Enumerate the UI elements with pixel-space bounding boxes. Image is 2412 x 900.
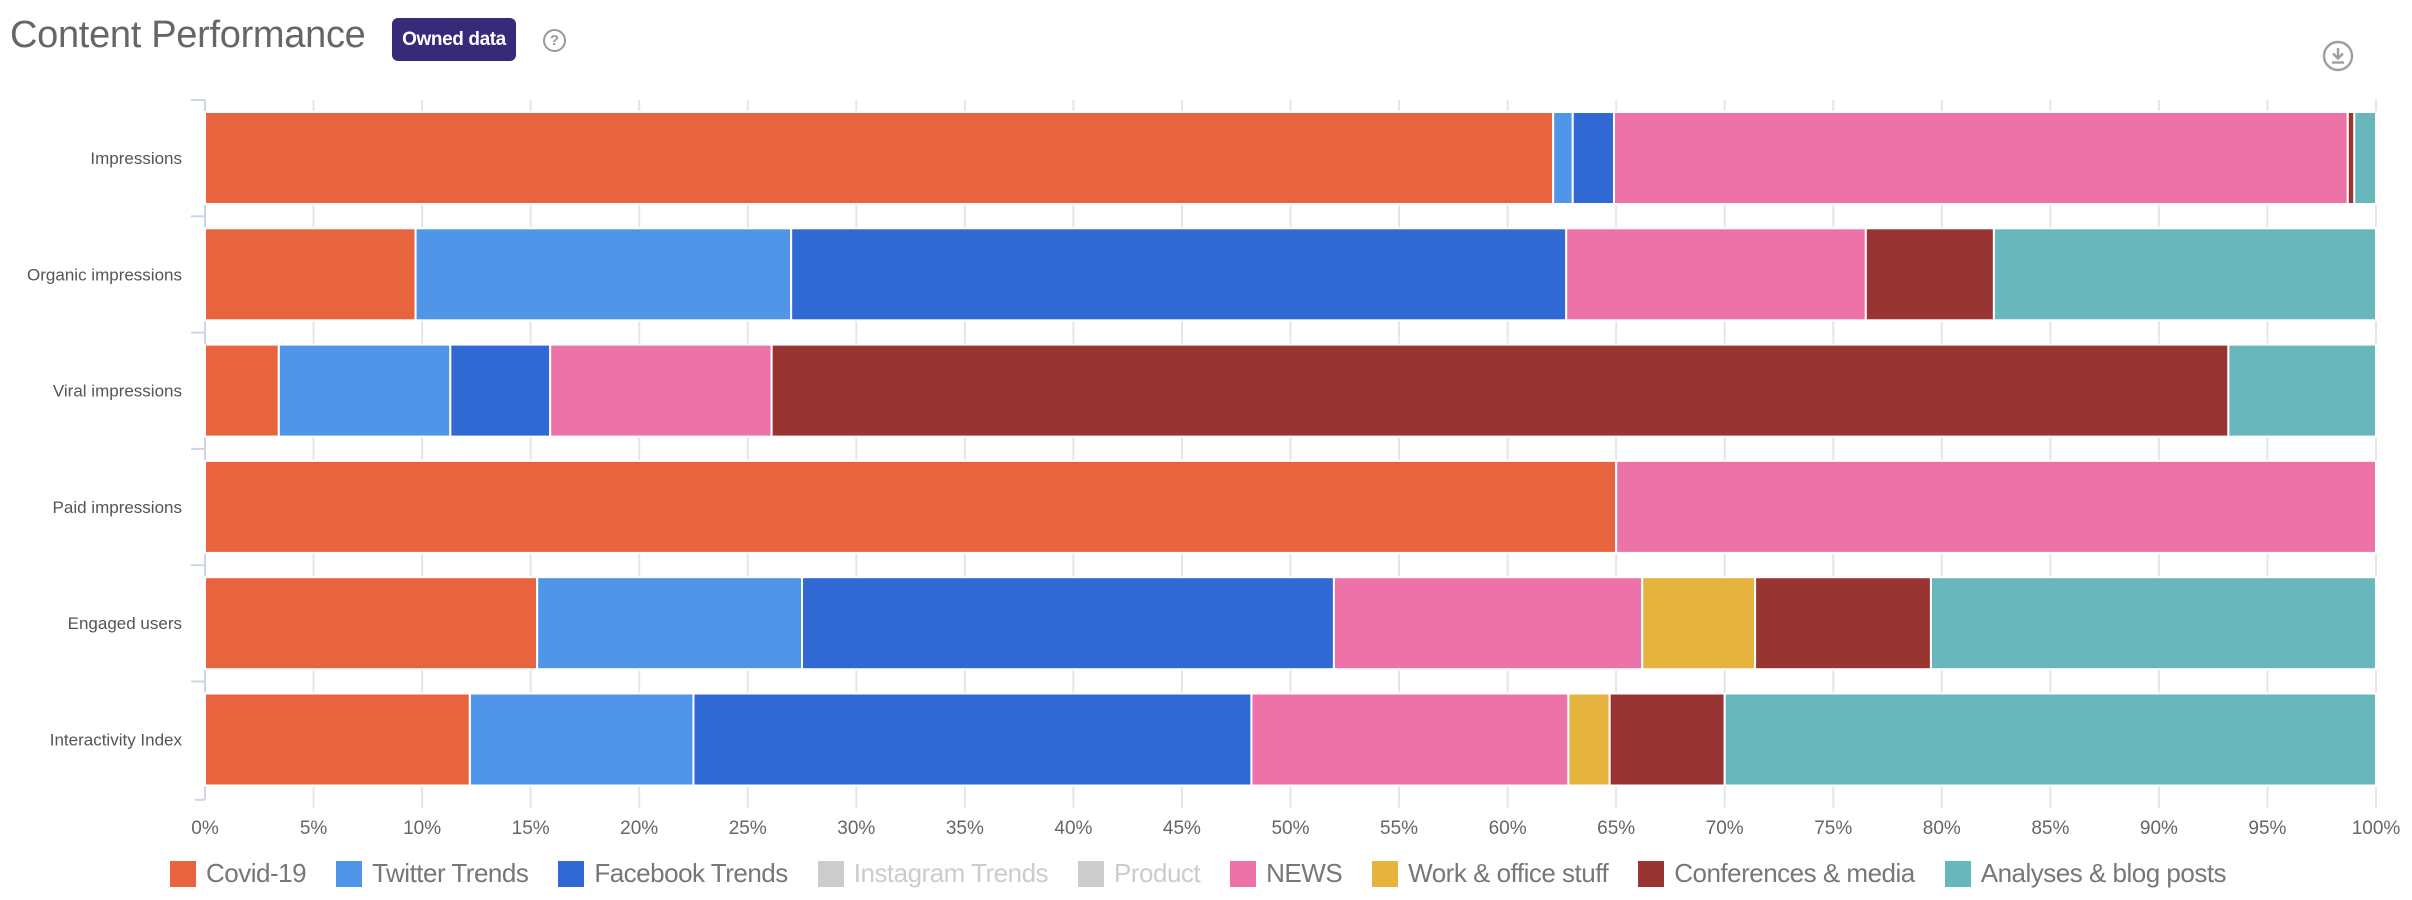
bar-segment-conferences-media <box>770 343 2230 438</box>
bar-segment-analyses-blog-posts <box>1723 692 2377 787</box>
bar-segment-twitter-trends <box>414 227 793 322</box>
bar-segment-analyses-blog-posts <box>2227 343 2378 438</box>
legend-label: Conferences & media <box>1674 858 1915 888</box>
bar-segment-analyses-blog-posts <box>1929 576 2377 671</box>
bar-segment-covid-19 <box>204 111 1555 205</box>
bar-segment-news <box>1615 459 2377 554</box>
bar-segment-facebook-trends <box>801 576 1335 671</box>
bar-segment-conferences-media <box>1754 576 1932 671</box>
x-tick-label: 45% <box>1163 818 1201 839</box>
legend-item-news[interactable]: NEWS <box>1230 858 1343 889</box>
legend-swatch <box>817 860 844 887</box>
legend-swatch <box>1230 860 1257 887</box>
bar-segment-news <box>1332 576 1644 671</box>
legend-item-conferences-media[interactable]: Conferences & media <box>1638 858 1915 889</box>
legend-item-covid-19[interactable]: Covid-19 <box>170 858 307 889</box>
y-category-label: Paid impressions <box>53 498 182 517</box>
legend-swatch <box>1638 860 1665 887</box>
legend-label: NEWS <box>1266 858 1343 888</box>
legend-swatch <box>1372 860 1399 887</box>
bar-segment-facebook-trends <box>1571 111 1615 205</box>
x-tick-label: 55% <box>1380 818 1418 839</box>
legend-swatch <box>558 860 585 887</box>
chart-legend: Covid-19 Twitter Trends Facebook Trends Ins… <box>170 858 2256 889</box>
bar-segment-news <box>1565 227 1867 322</box>
bar-segment-conferences-media <box>1608 692 1726 787</box>
y-category-label: Engaged users <box>68 614 182 633</box>
legend-item-twitter-trends[interactable]: Twitter Trends <box>336 858 529 889</box>
bar-segment-covid-19 <box>204 227 417 322</box>
x-tick-label: 25% <box>729 818 767 839</box>
bar-segment-twitter-trends <box>1552 111 1574 205</box>
bar-segment-covid-19 <box>204 576 539 671</box>
x-tick-label: 65% <box>1597 818 1635 839</box>
bar-segment-analyses-blog-posts <box>2353 111 2378 205</box>
x-tick-label: 30% <box>837 818 875 839</box>
bar-segment-twitter-trends <box>277 343 452 438</box>
x-tick-label: 40% <box>1054 818 1092 839</box>
x-tick-label: 75% <box>1814 818 1852 839</box>
bar-segment-covid-19 <box>204 692 471 787</box>
x-tick-label: 35% <box>946 818 984 839</box>
x-tick-label: 15% <box>512 818 550 839</box>
legend-item-instagram-trends[interactable]: Instagram Trends <box>817 858 1049 889</box>
legend-swatch <box>1078 860 1105 887</box>
legend-label: Product <box>1114 858 1201 888</box>
x-tick-label: 90% <box>2140 818 2178 839</box>
bar-segment-covid-19 <box>204 459 1618 554</box>
stacked-bar-chart: 0% 5% 10% 15% 20% 25% 30% 35% 40% 45% 50% 55% 60% 65%… <box>27 99 2401 839</box>
y-category-label: Impressions <box>90 149 182 168</box>
legend-item-work-office-stuff[interactable]: Work & office stuff <box>1372 858 1609 889</box>
bar-segment-news <box>1612 111 2349 205</box>
legend-item-facebook-trends[interactable]: Facebook Trends <box>558 858 788 889</box>
x-tick-label: 100% <box>2352 818 2401 839</box>
x-tick-label: 95% <box>2248 818 2286 839</box>
legend-label: Instagram Trends <box>853 858 1049 888</box>
x-tick-label: 10% <box>403 818 441 839</box>
bar-segment-twitter-trends <box>468 692 695 787</box>
legend-label: Work & office stuff <box>1408 858 1609 888</box>
x-tick-label: 5% <box>300 818 328 839</box>
legend-swatch <box>170 860 196 887</box>
bar-segment-conferences-media <box>1864 227 1995 322</box>
bar-segment-facebook-trends <box>449 343 552 438</box>
legend-label: Twitter Trends <box>372 858 529 888</box>
y-category-label: Interactivity Index <box>50 731 183 750</box>
bar-segment-news <box>549 343 773 438</box>
legend-label: Covid-19 <box>206 858 307 888</box>
legend-item-product[interactable]: Product <box>1078 858 1201 889</box>
x-tick-label: 70% <box>1706 818 1744 839</box>
legend-swatch <box>336 860 363 887</box>
bar-segment-twitter-trends <box>536 576 804 671</box>
x-tick-label: 50% <box>1271 818 1309 839</box>
bar-segment-facebook-trends <box>692 692 1253 787</box>
bar-segment-analyses-blog-posts <box>1992 227 2378 322</box>
bar-segment-news <box>1250 692 1570 787</box>
x-tick-label: 0% <box>191 818 219 839</box>
y-category-label: Viral impressions <box>53 382 182 401</box>
bar-segment-work-office-stuff <box>1567 692 1611 787</box>
bar-segment-covid-19 <box>204 343 280 438</box>
bar-segment-work-office-stuff <box>1641 576 1757 671</box>
bar-segment-facebook-trends <box>790 227 1568 322</box>
x-tick-label: 20% <box>620 818 658 839</box>
y-category-label: Organic impressions <box>27 265 182 284</box>
x-tick-label: 80% <box>1923 818 1961 839</box>
x-tick-label: 60% <box>1489 818 1527 839</box>
legend-swatch <box>1944 860 1971 887</box>
x-tick-label: 85% <box>2031 818 2069 839</box>
legend-label: Analyses & blog posts <box>1980 858 2227 888</box>
legend-item-analyses-blog-posts[interactable]: Analyses & blog posts <box>1944 858 2227 889</box>
legend-label: Facebook Trends <box>594 858 788 888</box>
